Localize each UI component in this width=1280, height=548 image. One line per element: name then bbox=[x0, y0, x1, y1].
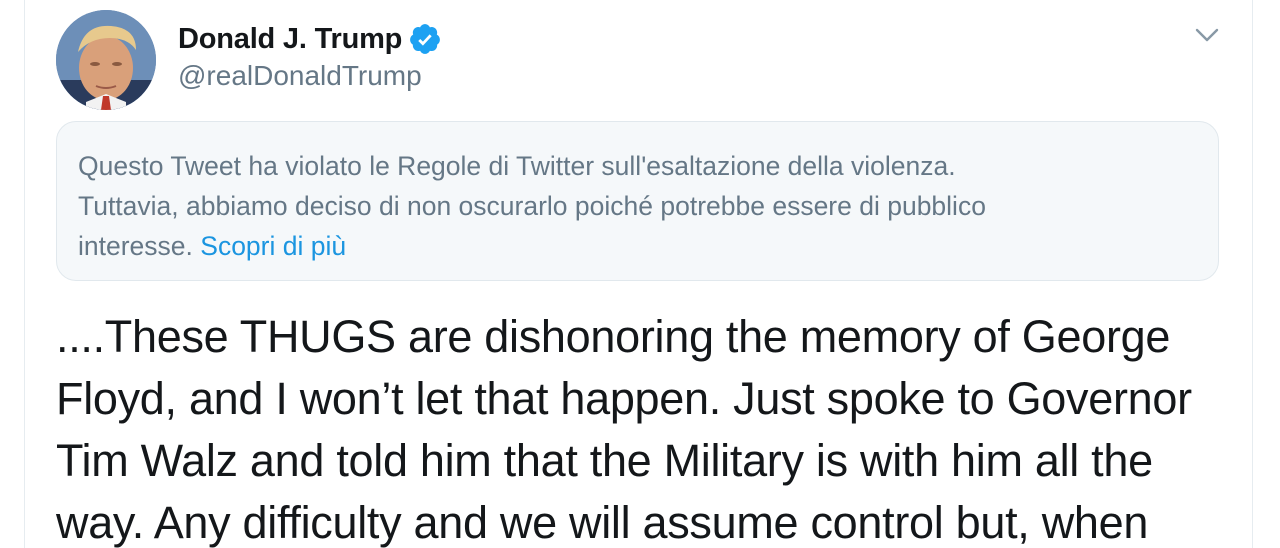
notice-line-1: Questo Tweet ha violato le Regole di Twi… bbox=[78, 151, 956, 181]
notice-line-3: interesse. Scopri di più bbox=[78, 226, 1196, 266]
avatar-image bbox=[56, 10, 156, 110]
author-name-row[interactable]: Donald J. Trump bbox=[178, 20, 442, 58]
author-handle[interactable]: @realDonaldTrump bbox=[178, 60, 422, 92]
notice-line-2: Tuttavia, abbiamo deciso di non oscurarl… bbox=[78, 191, 986, 221]
avatar[interactable] bbox=[56, 10, 156, 110]
public-interest-notice: Questo Tweet ha violato le Regole di Twi… bbox=[56, 121, 1219, 281]
tweet-line-1: ....These THUGS are dishonoring the memo… bbox=[56, 311, 1171, 362]
tweet-line-3: Tim Walz and told him that the Military … bbox=[56, 435, 1153, 486]
tweet-line-4: way. Any difficulty and we will assume c… bbox=[56, 497, 1149, 548]
chevron-down-icon[interactable] bbox=[1192, 22, 1222, 48]
tweet-text: ....These THUGS are dishonoring the memo… bbox=[56, 306, 1236, 548]
card-border-left bbox=[24, 0, 25, 548]
author-display-name[interactable]: Donald J. Trump bbox=[178, 23, 402, 56]
notice-line-3-text: interesse. bbox=[78, 231, 193, 261]
tweet-card: Donald J. Trump @realDonaldTrump Questo … bbox=[0, 0, 1280, 548]
verified-badge-icon bbox=[408, 22, 442, 56]
learn-more-link[interactable]: Scopri di più bbox=[200, 231, 346, 261]
tweet-line-2: Floyd, and I won’t let that happen. Just… bbox=[56, 373, 1192, 424]
card-border-right bbox=[1252, 0, 1253, 548]
